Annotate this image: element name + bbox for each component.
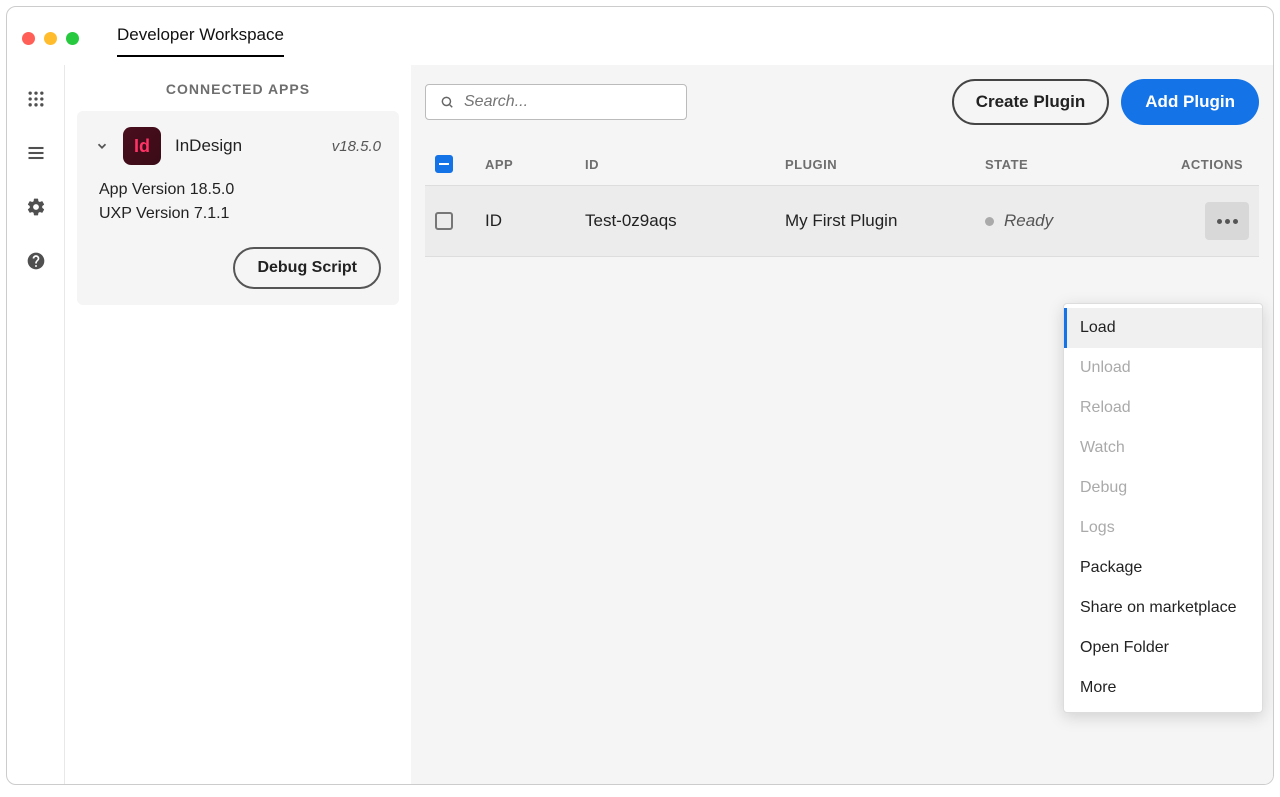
create-plugin-button[interactable]: Create Plugin: [952, 79, 1110, 125]
debug-script-button[interactable]: Debug Script: [233, 247, 381, 289]
apps-icon[interactable]: [26, 89, 46, 109]
row-actions-button[interactable]: [1205, 202, 1249, 240]
col-state: STATE: [985, 157, 1175, 172]
chevron-down-icon[interactable]: [95, 139, 109, 153]
app-version-detail: App Version 18.5.0: [99, 181, 381, 199]
state-dot-icon: [985, 217, 994, 226]
menu-item-logs: Logs: [1064, 508, 1262, 548]
menu-item-share-on-marketplace[interactable]: Share on marketplace: [1064, 588, 1262, 628]
col-actions: ACTIONS: [1175, 157, 1249, 172]
menu-item-package[interactable]: Package: [1064, 548, 1262, 588]
minimize-icon[interactable]: [44, 32, 57, 45]
indesign-icon: Id: [123, 127, 161, 165]
actions-dropdown: LoadUnloadReloadWatchDebugLogsPackageSha…: [1063, 303, 1263, 713]
app-window: Developer Workspace CONNECTED APPS Id In…: [6, 6, 1274, 785]
app-card-indesign[interactable]: Id InDesign v18.5.0 App Version 18.5.0 U…: [77, 111, 399, 305]
menu-item-reload: Reload: [1064, 388, 1262, 428]
content-area: Create Plugin Add Plugin APP ID PLUGIN S…: [411, 65, 1273, 784]
window-controls: [22, 32, 79, 45]
table-header: APP ID PLUGIN STATE ACTIONS: [425, 143, 1259, 185]
col-plugin: PLUGIN: [785, 157, 985, 172]
col-app: APP: [485, 157, 585, 172]
help-icon[interactable]: [26, 251, 46, 271]
menu-item-load[interactable]: Load: [1064, 308, 1262, 348]
toolbar: Create Plugin Add Plugin: [425, 79, 1259, 125]
row-app: ID: [485, 211, 585, 231]
search-icon: [440, 93, 454, 111]
plugin-table: APP ID PLUGIN STATE ACTIONS ID Test-0z9a…: [425, 143, 1259, 257]
close-icon[interactable]: [22, 32, 35, 45]
titlebar: Developer Workspace: [7, 7, 1273, 65]
row-state: Ready: [985, 211, 1175, 231]
col-id: ID: [585, 157, 785, 172]
gear-icon[interactable]: [26, 197, 46, 217]
sidebar-title: CONNECTED APPS: [77, 81, 399, 97]
table-row[interactable]: ID Test-0z9aqs My First Plugin Ready: [425, 185, 1259, 257]
tab-developer-workspace[interactable]: Developer Workspace: [117, 19, 284, 57]
more-icon: [1217, 219, 1238, 224]
left-rail: [7, 65, 65, 784]
row-id: Test-0z9aqs: [585, 211, 785, 231]
search-box[interactable]: [425, 84, 687, 120]
uxp-version-detail: UXP Version 7.1.1: [99, 205, 381, 223]
search-input[interactable]: [464, 93, 672, 111]
add-plugin-button[interactable]: Add Plugin: [1121, 79, 1259, 125]
menu-item-more[interactable]: More: [1064, 668, 1262, 708]
app-name: InDesign: [175, 136, 318, 156]
row-checkbox[interactable]: [435, 212, 453, 230]
sidebar: CONNECTED APPS Id InDesign v18.5.0 App V…: [65, 65, 411, 784]
menu-item-unload: Unload: [1064, 348, 1262, 388]
menu-item-debug: Debug: [1064, 468, 1262, 508]
row-plugin: My First Plugin: [785, 211, 985, 231]
select-all-checkbox[interactable]: [435, 155, 453, 173]
app-version: v18.5.0: [332, 138, 381, 155]
menu-item-open-folder[interactable]: Open Folder: [1064, 628, 1262, 668]
menu-icon[interactable]: [26, 143, 46, 163]
maximize-icon[interactable]: [66, 32, 79, 45]
menu-item-watch: Watch: [1064, 428, 1262, 468]
